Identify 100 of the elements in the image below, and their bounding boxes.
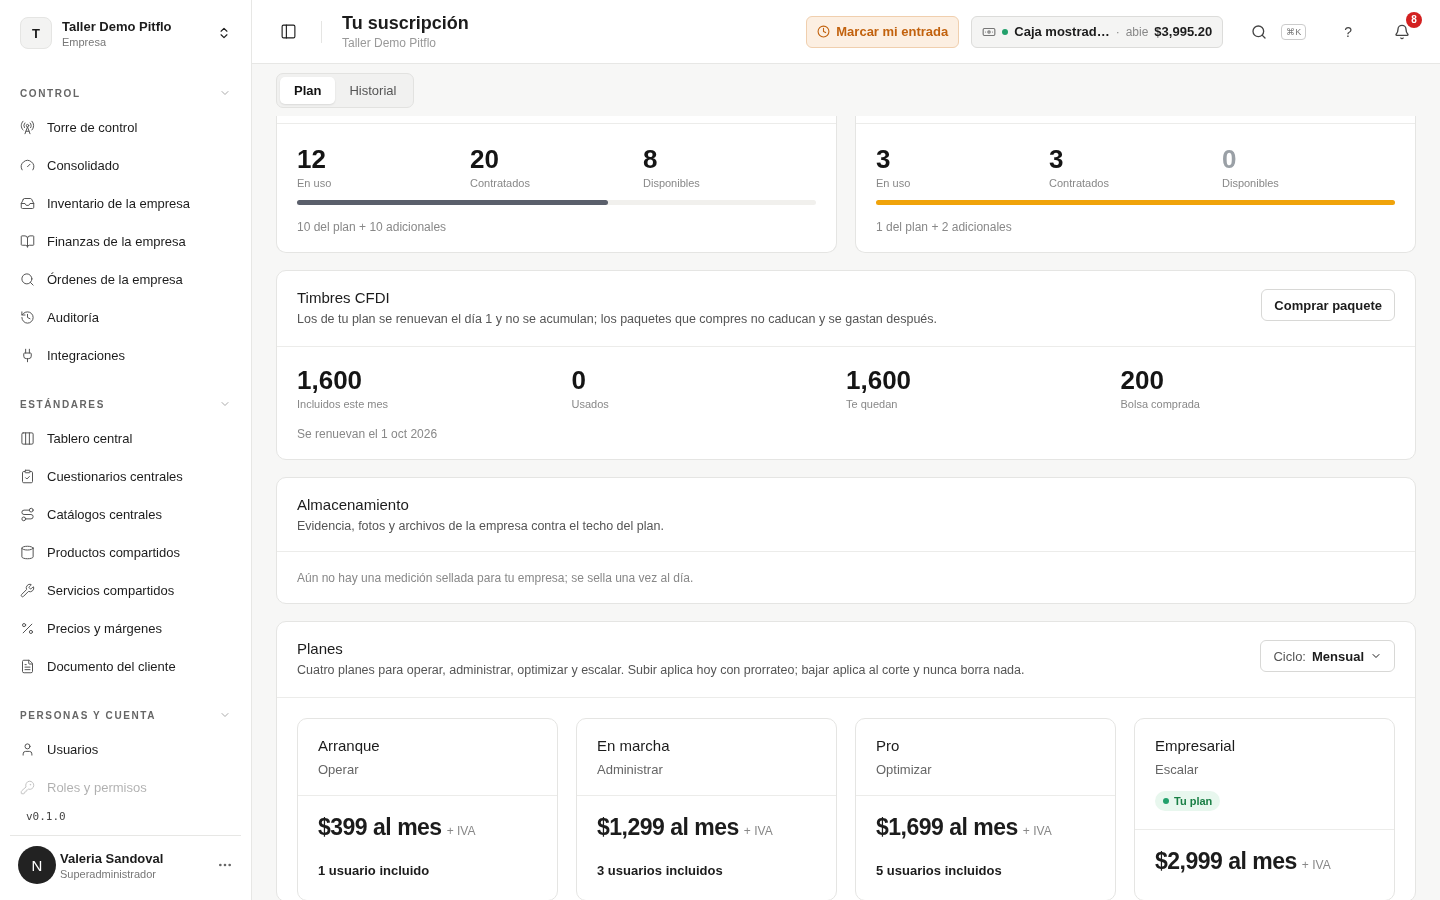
clock-icon [817,25,831,38]
sidebar-item[interactable]: Productos compartidos [10,533,241,571]
stat-value: 8 [643,144,659,175]
shortcut-key: ⌘K [1281,23,1307,40]
stat-value: 200 [1120,365,1165,396]
clock-in-button[interactable]: Marcar mi entrada [806,15,960,48]
tax-label: + IVA [446,824,476,838]
plan-name: Pro [876,737,900,754]
nav-icon [20,309,35,325]
workspace-avatar: T [20,17,52,49]
renewal-note: Se renuevan el 1 oct 2026 [297,427,439,441]
sidebar-toggle-icon[interactable] [280,23,297,40]
sidebar-item[interactable]: Órdenes de la empresa [10,260,241,298]
nav-icon [20,430,35,446]
cash-register-button[interactable]: Caja mostrad… · abie $3,995.20 [971,15,1224,48]
card-description: Los de tu plan se renuevan el día 1 y no se acumulan; los paquetes que compres no caducan y se gastan después. [297,312,937,326]
nav-icon [20,271,35,287]
usage-note: 1 del plan + 2 adicionales [876,220,1013,234]
nav-icon [20,195,35,211]
nav-icon [20,741,35,757]
sidebar-item[interactable]: Finanzas de la empresa [10,222,241,260]
stat-value: 12 [297,144,327,175]
sidebar-item[interactable]: Catálogos centrales [10,495,241,533]
bell-icon [1394,23,1410,40]
sidebar-item[interactable]: Inventario de la empresa [10,184,241,222]
stat-value: 1,600 [846,365,913,396]
user-name: Valeria Sandoval [60,850,165,866]
plan-price: $1,299 al mes [597,814,739,841]
section-title: ESTÁNDARES [20,398,105,410]
stat-label: Contratados [1049,177,1110,189]
plan-price: $2,999 al mes [1155,848,1297,875]
plan-users: 3 usuarios incluidos [596,862,724,880]
user-role: Superadministrador [60,867,157,880]
nav-icon [20,157,35,173]
plan-price: $399 al mes [318,814,442,841]
page-title: Tu suscripción [342,13,470,34]
stat-label: Te quedan [846,398,899,410]
stat-value: 1,600 [297,365,364,396]
stat-value: 3 [876,144,892,175]
card-title: Planes [297,640,344,657]
stat-label: Disponibles [643,177,701,189]
nav-icon [20,779,35,795]
plan-users: 5 usuarios incluidos [875,862,1003,880]
stat-label: Contratados [470,177,531,189]
storage-note: Aún no hay una medición sellada para tu empresa; se sella una vez al día. [297,571,695,585]
tax-label: + IVA [743,824,773,838]
stat-value: 20 [470,144,500,175]
section-title: PERSONAS Y CUENTA [20,709,157,721]
plan-users: 1 usuario incluido [317,862,431,880]
stat-label: Incluidos este mes [297,398,390,410]
nav-icon [20,658,35,674]
usage-note: 10 del plan + 10 adicionales [297,220,448,234]
stat-label: En uso [876,177,912,189]
notification-count: 8 [1406,11,1422,28]
sidebar-item[interactable]: Servicios compartidos [10,571,241,609]
tax-label: + IVA [1301,858,1331,872]
sidebar-item[interactable]: Precios y márgenes [10,609,241,647]
sidebar-item[interactable]: Auditoría [10,298,241,336]
card-title: Almacenamiento [297,496,410,513]
stat-value: 0 [571,365,587,396]
section-title: CONTROL [20,87,81,99]
cycle-select[interactable]: Ciclo: Mensual [1260,640,1395,672]
plan-tagline: Operar [318,762,359,777]
user-avatar: N [18,846,56,884]
current-plan-badge: Tu plan [1155,791,1221,811]
stat-label: Usados [571,398,610,410]
workspace-name: Taller Demo Pitflo [62,18,173,34]
nav-icon [20,233,35,249]
stat-label: Bolsa comprada [1120,398,1201,410]
plan-price: $1,699 al mes [876,814,1018,841]
stat-value: 0 [1222,144,1238,175]
sidebar-item[interactable]: Documento del cliente [10,647,241,685]
plan-tagline: Administrar [597,762,663,777]
sidebar-item[interactable]: Torre de control [10,108,241,146]
nav-icon [20,620,35,636]
card-description: Cuatro planes para operar, administrar, optimizar y escalar. Subir aplica hoy con prorrateo; bajar aplica al corte y nunca borra nada. [297,663,1025,677]
sidebar-item[interactable]: Integraciones [10,336,241,374]
card-description: Evidencia, fotos y archivos de la empresa contra el techo del plan. [297,519,664,533]
version-label: v0.1.0 [25,809,67,825]
nav-icon [20,544,35,560]
plan-name: Arranque [318,737,380,754]
workspace-type: Empresa [62,35,108,48]
tab[interactable]: Historial [335,77,411,104]
nav-icon [20,468,35,484]
buy-package-button[interactable]: Comprar paquete [1261,289,1395,321]
sidebar-item[interactable]: Cuestionarios centrales [10,457,241,495]
card-title: Timbres CFDI [297,289,391,306]
sidebar-item[interactable]: Usuarios [10,730,241,768]
nav-icon [20,347,35,363]
nav-icon [20,119,35,135]
help-button[interactable]: ? [1340,19,1356,44]
sidebar-item[interactable]: Consolidado [10,146,241,184]
sidebar-item[interactable]: Tablero central [10,419,241,457]
search-icon [1251,23,1268,40]
stat-value: 3 [1049,144,1065,175]
plan-tagline: Optimizar [876,762,932,777]
plan-name: Empresarial [1155,737,1236,754]
tab[interactable]: Plan [280,77,336,104]
nav-icon [20,506,35,522]
plan-tagline: Escalar [1155,762,1199,777]
